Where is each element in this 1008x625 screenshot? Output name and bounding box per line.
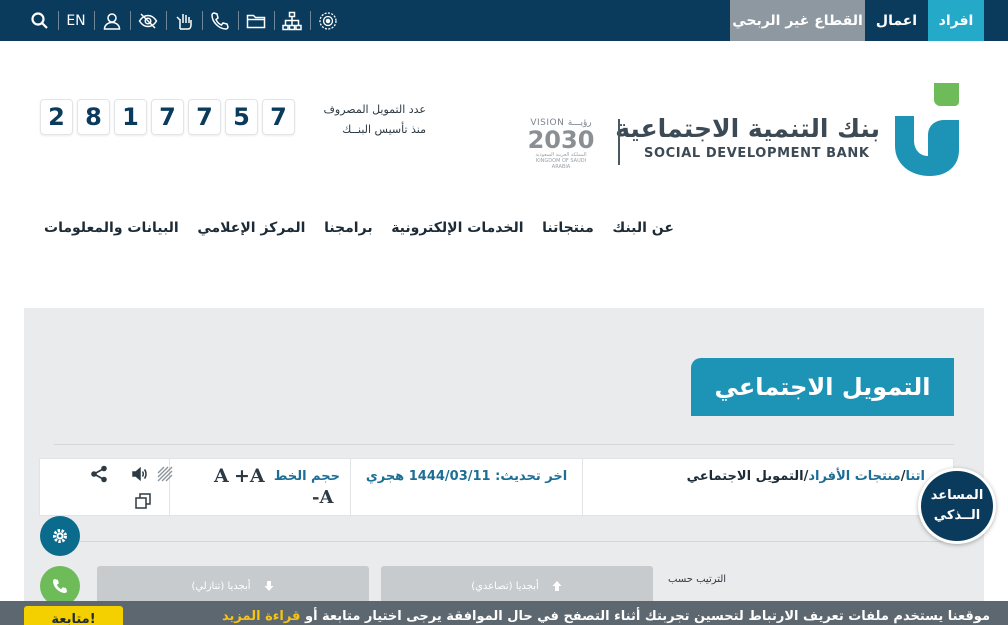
nav-programs[interactable]: برامجنا [324,220,373,236]
funding-counter-label: عدد التمويل المصروف منذ تأسيس البنــك [300,100,426,140]
counter-digit: 7 [151,99,184,135]
user-icon[interactable] [94,0,130,41]
nonprofit-tab[interactable]: القطاع غير الربحي [730,0,865,41]
page-title-box: التمويل الاجتماعي [691,358,954,416]
divider-top [54,444,954,445]
font-decrease-button[interactable]: -A [312,487,333,508]
cookie-read-more-link[interactable]: قراءة المزيد [222,609,300,624]
font-size-label: حجم الخط [273,469,340,484]
counter-digit: 5 [225,99,258,135]
language-label[interactable]: EN [66,13,85,29]
page-title: التمويل الاجتماعي [714,373,931,401]
nav-media-center[interactable]: المركز الإعلامي [197,220,305,236]
sort-ascending-button[interactable]: أبجديا (تصاعدي) [381,566,653,606]
counter-digit: 1 [114,99,147,135]
font-increase-button[interactable]: +A [234,465,265,487]
font-reset-button[interactable]: A [214,465,229,487]
cookie-continue-button[interactable]: متابعة! [24,606,123,625]
bank-logo-icon[interactable] [892,80,962,178]
funding-label-line1: عدد التمويل المصروف [323,103,426,116]
copy-icon[interactable] [134,492,152,510]
breadcrumb: اتنا/منتجات الأفراد/التمويل الاجتماعي [582,459,955,517]
vision-sub-text: المملكة العربية السعودية KINGDOM OF SAUD… [535,152,587,170]
signal-icon[interactable] [156,465,174,483]
top-bar: EN القطاع غير الربحي اعمال افراد [0,0,1008,41]
speaker-icon[interactable] [131,465,149,483]
individuals-tab[interactable]: افراد [928,0,984,41]
cookie-banner: موقعنا يستخدم ملفات تعريف الارتباط لتحسي… [0,601,1008,625]
share-icon[interactable] [90,465,108,483]
page-tools [40,459,173,517]
vision-2030-logo: VISION رؤيـــة 2030 المملكة العربية السع… [526,118,596,170]
folder-icon[interactable] [238,0,274,41]
sitemap-icon[interactable] [274,0,310,41]
main-nav: عن البنك منتجاتنا الخدمات الإلكترونية بر… [44,220,674,236]
eye-slash-icon[interactable] [130,0,166,41]
funding-label-line2: منذ تأسيس البنــك [342,123,426,136]
sort-descending-button[interactable]: أبجديا (تنازلي) [97,566,369,606]
language-switch[interactable]: EN [58,0,94,41]
phone-icon[interactable] [202,0,238,41]
breadcrumb-item[interactable]: اتنا [905,469,925,484]
counter-digit: 2 [40,99,73,135]
nav-eservices[interactable]: الخدمات الإلكترونية [391,220,523,236]
gear-icon [53,529,67,543]
sort-descending-label: أبجديا (تنازلي) [191,580,251,592]
breadcrumb-current: التمويل الاجتماعي [686,469,804,484]
breadcrumb-item[interactable]: منتجات الأفراد [808,469,900,484]
page-info-bar: اتنا/منتجات الأفراد/التمويل الاجتماعي اخ… [39,458,955,517]
call-button[interactable] [40,566,80,606]
counter-digit: 7 [188,99,221,135]
logo-divider [618,119,620,165]
utility-icons: EN [22,0,346,41]
divider-bottom [54,541,954,542]
assistant-line1: المساعد [930,488,984,503]
vision-year: 2030 [527,126,595,154]
sort-ascending-label: أبجديا (تصاعدي) [471,580,539,592]
cookie-text: موقعنا يستخدم ملفات تعريف الارتباط لتحسي… [222,609,990,624]
counter-digit: 7 [262,99,295,135]
last-updated: اخر تحديث: 1444/03/11 هجري [350,459,582,517]
accessibility-settings-button[interactable] [40,516,80,556]
sort-label: الترتيب حسب [668,574,727,585]
sign-language-icon[interactable] [166,0,202,41]
font-size-controls: حجم الخط +A A -A [169,459,350,517]
phone-icon [53,579,67,593]
nav-data-info[interactable]: البيانات والمعلومات [44,220,179,236]
bank-name-arabic: بنك التنمية الاجتماعية [615,114,880,143]
business-tab[interactable]: اعمال [865,0,928,41]
bank-name-english: SOCIAL DEVELOPMENT BANK [644,146,870,161]
arrow-up-icon [552,581,562,591]
cookie-message: موقعنا يستخدم ملفات تعريف الارتباط لتحسي… [304,609,990,624]
smart-assistant-button[interactable]: المساعد الــذكي [918,468,996,544]
counter-digit: 8 [77,99,110,135]
assistant-line2: الــذكي [933,508,981,523]
funding-counter: 2 8 1 7 7 5 7 [40,99,295,135]
search-icon[interactable] [22,0,58,41]
nav-about[interactable]: عن البنك [612,220,674,236]
arrow-down-icon [264,581,274,591]
settings-badge-icon[interactable] [310,0,346,41]
nav-products[interactable]: منتجاتنا [542,220,594,236]
